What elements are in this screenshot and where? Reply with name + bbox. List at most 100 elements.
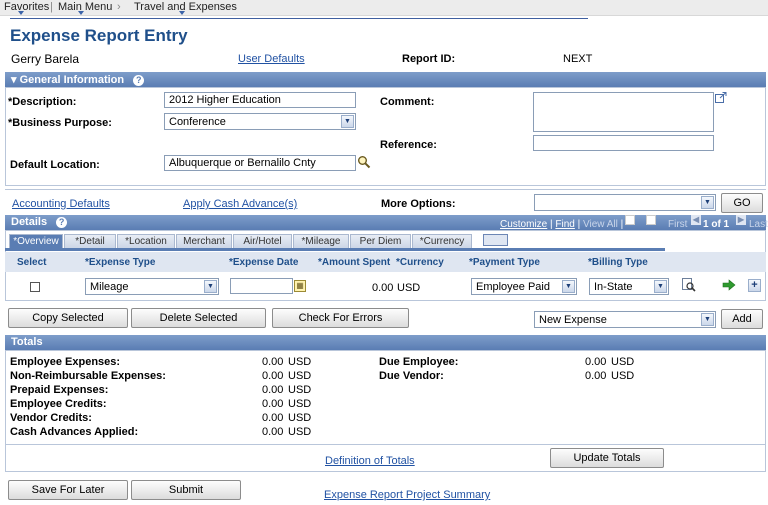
breadcrumb-dropdown-icon[interactable] <box>179 11 185 15</box>
project-summary-link[interactable]: Expense Report Project Summary <box>324 489 490 501</box>
first-link[interactable]: First <box>668 219 687 230</box>
payment-type-select[interactable]: Employee Paid ▼ <box>471 278 577 295</box>
calendar-icon[interactable]: ▦ <box>294 280 306 292</box>
tab-merchant[interactable]: Merchant <box>176 234 232 248</box>
expand-comment-icon[interactable] <box>715 92 727 103</box>
view-all-link[interactable]: View All <box>583 219 618 230</box>
billing-type-value: In-State <box>594 281 633 293</box>
chevron-down-icon[interactable]: ▼ <box>701 196 714 209</box>
select-row-checkbox[interactable] <box>30 282 40 292</box>
totals-amount: 0.00 <box>262 398 284 410</box>
delete-selected-button[interactable]: Delete Selected <box>131 308 266 328</box>
totals-amount: 0.00 <box>262 412 284 424</box>
tab-air-hotel[interactable]: Air/Hotel <box>233 234 292 248</box>
main-menu[interactable]: Main Menu <box>58 1 112 13</box>
page-title: Expense Report Entry <box>10 26 188 45</box>
totals-title: Totals <box>11 336 43 348</box>
reference-input[interactable] <box>533 135 714 151</box>
expense-date-input[interactable] <box>230 278 293 294</box>
totals-label: Non-Reimbursable Expenses: <box>10 370 166 382</box>
column-header-select: Select <box>17 257 47 268</box>
general-info-title: General Information <box>19 74 125 86</box>
column-header-billing-type: *Billing Type <box>588 257 648 268</box>
next-icon[interactable]: ▶ <box>736 215 746 225</box>
check-for-errors-button[interactable]: Check For Errors <box>272 308 409 328</box>
save-for-later-button[interactable]: Save For Later <box>8 480 128 500</box>
update-totals-button[interactable]: Update Totals <box>550 448 664 468</box>
reference-label: Reference: <box>380 139 437 151</box>
chevron-down-icon[interactable]: ▼ <box>701 313 714 326</box>
totals-header: Totals <box>5 335 766 350</box>
apply-cash-advance-link[interactable]: Apply Cash Advance(s) <box>183 198 297 210</box>
chevron-down-icon[interactable]: ▼ <box>654 280 667 293</box>
tab-currency[interactable]: *Currency <box>412 234 472 248</box>
totals-currency: USD <box>288 370 312 382</box>
more-options-label: More Options: <box>381 198 456 210</box>
tab-underline <box>5 248 665 251</box>
help-icon[interactable]: ? <box>133 74 145 86</box>
column-header-currency: *Currency <box>396 257 444 268</box>
breadcrumb-chevron-icon: › <box>117 1 121 13</box>
details-header: Details ? Customize | Find | View All | … <box>5 215 768 230</box>
download-icon[interactable] <box>625 215 635 225</box>
divider <box>5 189 766 190</box>
chevron-down-icon[interactable]: ▼ <box>341 115 354 128</box>
tab-location[interactable]: *Location <box>117 234 175 248</box>
chevron-down-icon[interactable]: ▼ <box>204 280 217 293</box>
description-input[interactable]: 2012 Higher Education <box>164 92 356 108</box>
totals-currency: USD <box>288 412 312 424</box>
favorites-menu[interactable]: Favorites <box>4 1 49 13</box>
grid-icon[interactable] <box>646 215 656 225</box>
title-rule <box>10 18 588 19</box>
collapse-icon[interactable]: ▾ <box>11 74 17 86</box>
business-purpose-value: Conference <box>169 116 226 128</box>
copy-selected-button[interactable]: Copy Selected <box>8 308 128 328</box>
expense-type-select[interactable]: Mileage ▼ <box>85 278 219 295</box>
totals-currency: USD <box>288 398 312 410</box>
go-arrow-icon[interactable] <box>722 279 736 291</box>
more-options-select[interactable]: ▼ <box>534 194 716 211</box>
expense-type-value: Mileage <box>90 281 129 293</box>
accounting-defaults-link[interactable]: Accounting Defaults <box>12 198 110 210</box>
totals-currency: USD <box>611 370 635 382</box>
user-defaults-link[interactable]: User Defaults <box>238 53 305 65</box>
report-id-label: Report ID: <box>402 53 456 65</box>
comment-textarea[interactable] <box>533 92 714 132</box>
default-location-label: Default Location: <box>10 159 100 171</box>
previous-icon[interactable]: ◀ <box>691 215 701 225</box>
totals-label: Employee Expenses: <box>10 356 121 368</box>
new-expense-value: New Expense <box>539 314 607 326</box>
add-row-icon[interactable]: + <box>748 279 761 292</box>
column-header-amount: *Amount Spent <box>318 257 391 268</box>
business-purpose-select[interactable]: Conference ▼ <box>164 113 356 130</box>
main-menu-dropdown-icon[interactable] <box>78 11 84 15</box>
go-button[interactable]: GO <box>721 193 763 213</box>
general-info-header[interactable]: ▾ General Information ? <box>5 72 766 87</box>
definition-of-totals-link[interactable]: Definition of Totals <box>325 455 415 467</box>
favorites-dropdown-icon[interactable] <box>18 11 24 15</box>
help-icon[interactable]: ? <box>56 216 68 228</box>
last-link[interactable]: Last <box>749 219 768 230</box>
tab-mileage[interactable]: *Mileage <box>293 234 349 248</box>
billing-type-select[interactable]: In-State ▼ <box>589 278 669 295</box>
show-all-columns-icon[interactable] <box>483 234 508 246</box>
column-header-expense-type: *Expense Type <box>85 257 156 268</box>
breadcrumb-travel-expenses[interactable]: Travel and Expenses <box>134 1 237 13</box>
chevron-down-icon[interactable]: ▼ <box>562 280 575 293</box>
totals-amount: 0.00 <box>262 356 284 368</box>
default-location-input[interactable]: Albuquerque or Bernalilo Cnty <box>164 155 356 171</box>
new-expense-select[interactable]: New Expense ▼ <box>534 311 716 328</box>
tab-per-diem[interactable]: Per Diem <box>350 234 411 248</box>
totals-label: Employee Credits: <box>10 398 107 410</box>
totals-amount: 0.00 <box>585 356 607 368</box>
add-button[interactable]: Add <box>721 309 763 329</box>
customize-link[interactable]: Customize <box>500 219 547 230</box>
preview-icon[interactable] <box>682 278 696 292</box>
tab-overview[interactable]: *Overview <box>9 234 63 248</box>
search-icon[interactable] <box>357 155 371 169</box>
submit-button[interactable]: Submit <box>131 480 241 500</box>
totals-label: Cash Advances Applied: <box>10 426 139 438</box>
tab-detail[interactable]: *Detail <box>64 234 116 248</box>
find-link[interactable]: Find <box>555 219 574 230</box>
divider <box>5 444 766 445</box>
